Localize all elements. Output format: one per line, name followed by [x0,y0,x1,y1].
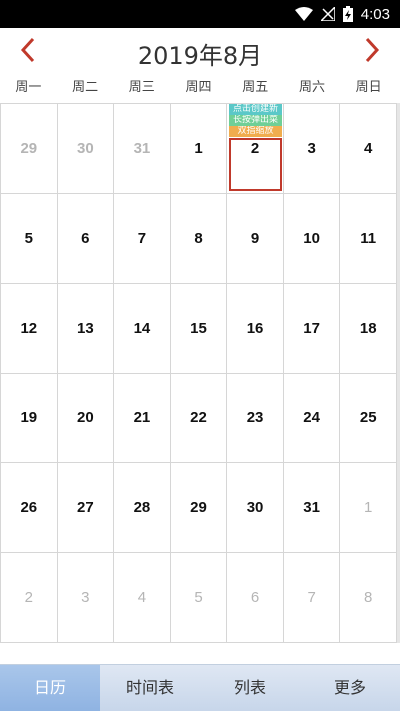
day-cell[interactable]: 28 [114,463,171,554]
tab-schedule[interactable]: 时间表 [100,665,200,711]
weekday-header: 周一 周二 周三 周四 周五 周六 周日 [0,76,397,102]
day-cell-next-month[interactable]: 6 [227,553,284,643]
day-cell[interactable]: 23 [227,373,284,464]
day-cell[interactable]: 17 [283,283,341,374]
day-cell[interactable]: 27 [57,463,115,554]
day-cell[interactable]: 10 [283,193,341,284]
day-cell-next-month[interactable]: 1 [340,463,397,554]
weekday-mon: 周一 [15,80,42,95]
hint-long-press: 长按弹出菜 [229,115,282,126]
day-cell-prev-month[interactable]: 31 [114,104,171,194]
day-cell[interactable]: 18 [340,283,397,374]
tab-calendar[interactable]: 日历 [0,665,100,711]
chevron-right-icon [364,37,380,67]
next-month-button[interactable] [354,34,390,70]
day-cell-next-month[interactable]: 7 [283,553,341,643]
status-bar: 4:03 [0,0,400,28]
weekday-tue: 周二 [72,80,99,95]
day-cell[interactable]: 3 [283,104,341,194]
day-cell-next-month[interactable]: 5 [170,553,228,643]
status-icons: 4:03 [294,0,390,28]
bottom-tab-bar: 日历 时间表 列表 更多 [0,664,400,711]
day-cell[interactable]: 21 [114,373,171,464]
day-cell[interactable]: 24 [283,373,341,464]
day-cell[interactable]: 5 [1,193,58,284]
day-cell-prev-month[interactable]: 29 [1,104,58,194]
hint-create: 点击创建新 [229,104,282,115]
day-cell[interactable]: 20 [57,373,115,464]
hint-tooltip: 点击创建新 长按弹出菜 双指缩放 [229,104,282,137]
day-cell[interactable]: 1 [170,104,228,194]
day-cell[interactable]: 22 [170,373,228,464]
day-cell[interactable]: 6 [57,193,115,284]
day-cell[interactable]: 19 [1,373,58,464]
tab-more[interactable]: 更多 [300,665,400,711]
wifi-icon [294,7,313,21]
hint-pinch-zoom: 双指缩放 [229,126,282,137]
weekday-fri: 周五 [242,80,269,95]
day-cell[interactable]: 29 [170,463,228,554]
day-cell[interactable]: 13 [57,283,115,374]
weekday-wed: 周三 [128,80,155,95]
day-cell[interactable]: 4 [340,104,397,194]
day-cell[interactable]: 30 [227,463,284,554]
tab-list[interactable]: 列表 [200,665,300,711]
no-signal-icon [320,7,335,21]
day-cell[interactable]: 26 [1,463,58,554]
day-cell[interactable]: 8 [170,193,228,284]
clock: 4:03 [360,5,390,23]
calendar-header: 2019年8月 [0,28,400,76]
day-cell[interactable]: 16 [227,283,284,374]
weekday-sun: 周日 [355,80,382,95]
day-cell[interactable]: 31 [283,463,341,554]
day-cell[interactable]: 15 [170,283,228,374]
day-cell[interactable]: 25 [340,373,397,464]
day-cell[interactable]: 14 [114,283,171,374]
day-cell[interactable]: 12 [1,283,58,374]
calendar-grid: 29 30 31 1 2 3 4 5 6 7 8 9 10 11 12 13 1… [0,103,397,643]
day-cell[interactable]: 9 [227,193,284,284]
day-cell-next-month[interactable]: 4 [114,553,171,643]
day-cell[interactable]: 11 [340,193,397,284]
battery-charging-icon [342,6,353,22]
weekday-thu: 周四 [185,80,212,95]
day-cell-next-month[interactable]: 3 [57,553,115,643]
month-title: 2019年8月 [137,42,263,70]
weekday-sat: 周六 [298,80,325,95]
day-cell[interactable]: 7 [114,193,171,284]
day-cell-next-month[interactable]: 8 [340,553,397,643]
day-cell-prev-month[interactable]: 30 [57,104,115,194]
day-cell-next-month[interactable]: 2 [1,553,58,643]
